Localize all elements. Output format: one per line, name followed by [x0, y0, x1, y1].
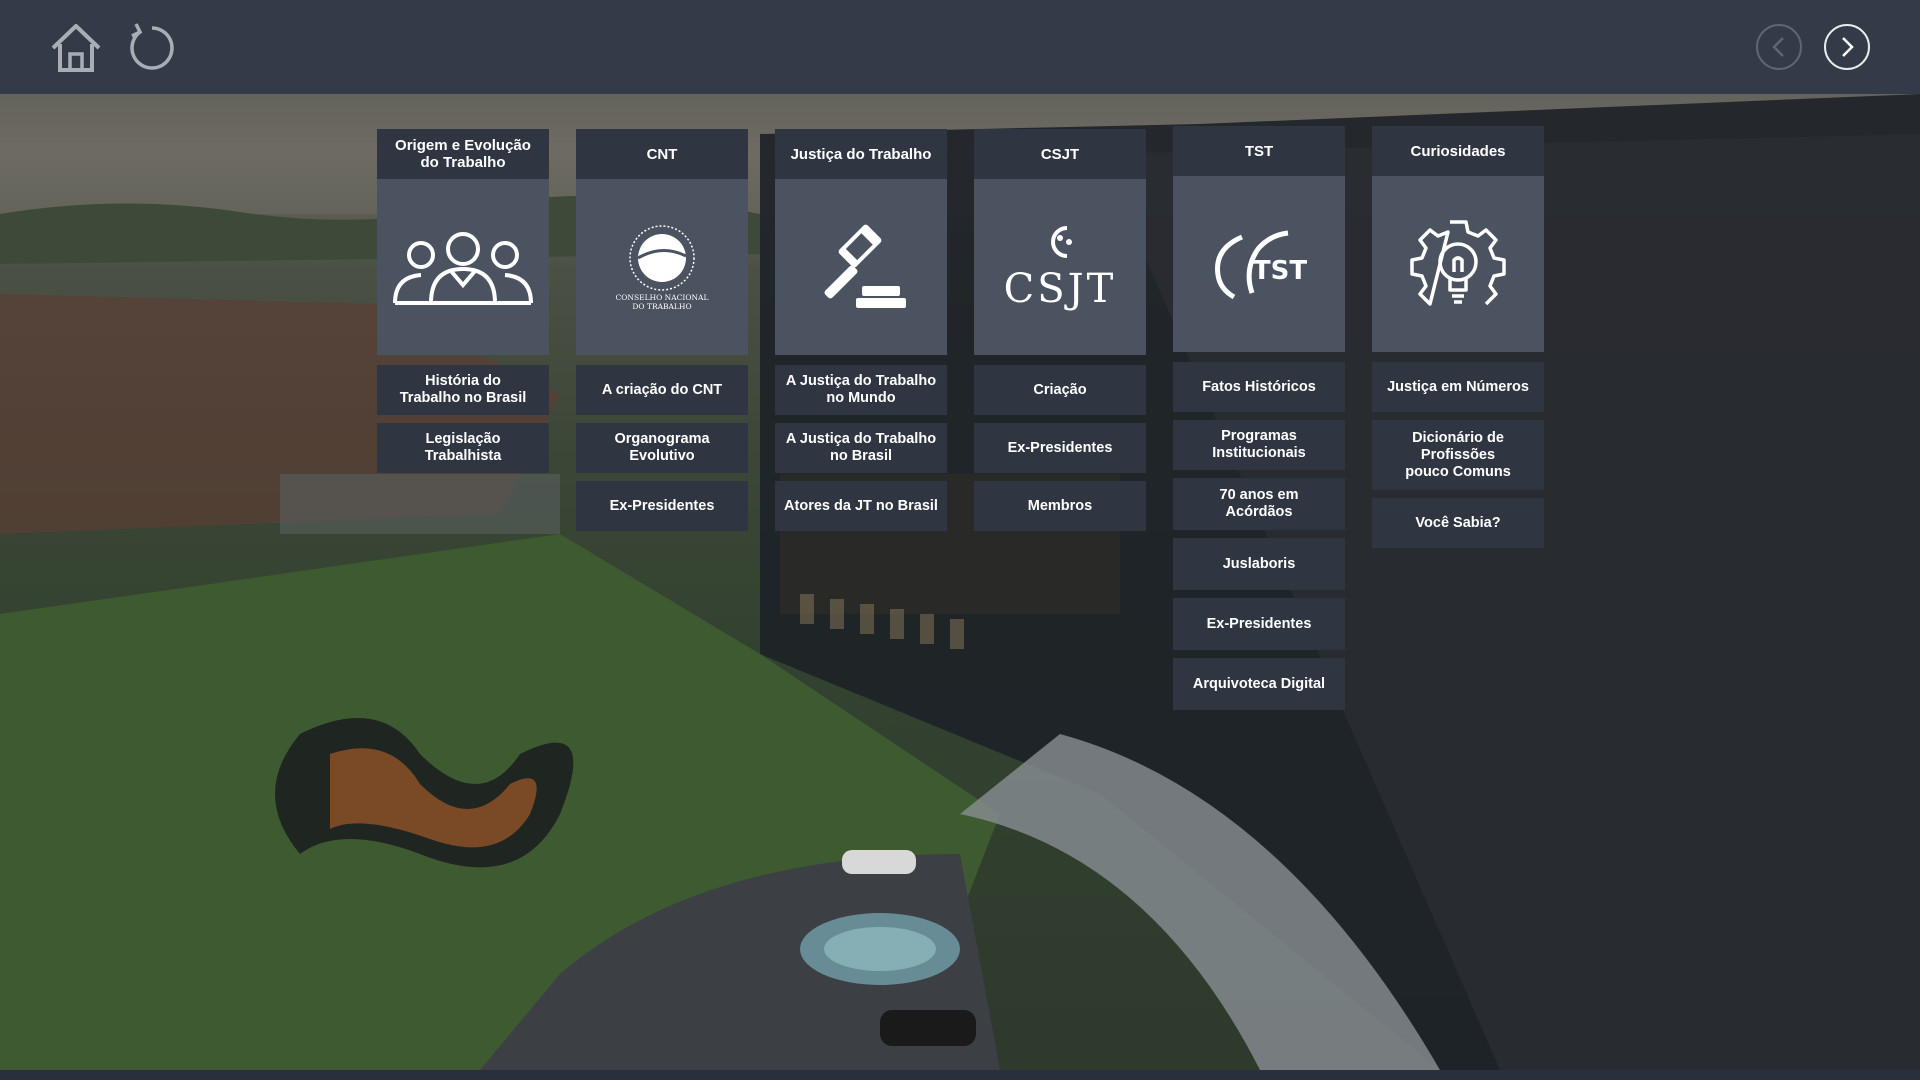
- gavel-icon: [824, 224, 906, 308]
- menu-item[interactable]: Organograma Evolutivo: [576, 423, 748, 473]
- menu-item[interactable]: Fatos Históricos: [1173, 362, 1345, 412]
- menu-item[interactable]: Atores da JT no Brasil: [775, 481, 947, 531]
- chevron-right-icon: [1842, 37, 1854, 57]
- cnt-seal-icon: CONSELHO NACIONAL DO TRABALHO: [616, 225, 709, 311]
- menu-item[interactable]: Justiça em Números: [1372, 362, 1544, 412]
- menu-item[interactable]: 70 anos em Acórdãos: [1173, 478, 1345, 530]
- column-title[interactable]: CSJT: [974, 129, 1146, 179]
- menu-item[interactable]: Criação: [974, 365, 1146, 415]
- column-title[interactable]: Origem e Evolução do Trabalho: [377, 129, 549, 179]
- chevron-left-icon: [1772, 37, 1784, 57]
- menu-item[interactable]: Programas Institucionais: [1173, 420, 1345, 470]
- home-icon[interactable]: [48, 20, 104, 76]
- column-justica: Justiça do Trabalho A Justiça do Trabalh…: [775, 129, 947, 539]
- menu-item[interactable]: A Justiça do Trabalho no Brasil: [775, 423, 947, 473]
- lightbulb-gear-icon: [1410, 220, 1506, 306]
- background-photo: [0, 94, 1920, 1070]
- menu-item[interactable]: Você Sabia?: [1372, 498, 1544, 548]
- column-origem: Origem e Evolução do Trabalho História d…: [377, 129, 549, 481]
- column-cnt: CNT CONSELHO NACIONAL DO TRABALHO A cria…: [576, 129, 748, 539]
- column-curiosidades: Curiosidades Justiça em Números Dicionár…: [1372, 126, 1544, 556]
- column-card[interactable]: [775, 179, 947, 355]
- menu-item[interactable]: Membros: [974, 481, 1146, 531]
- logo-text: TST: [1253, 256, 1307, 286]
- menu-item[interactable]: Ex-Presidentes: [974, 423, 1146, 473]
- column-card[interactable]: [377, 179, 549, 355]
- logo-text: CSJT: [1005, 266, 1115, 312]
- svg-text:DO TRABALHO: DO TRABALHO: [632, 302, 691, 311]
- column-card[interactable]: [1372, 176, 1544, 352]
- menu-item[interactable]: Legislação Trabalhista: [377, 423, 549, 473]
- previous-button[interactable]: [1756, 24, 1802, 70]
- column-csjt: CSJT CSJT Criação Ex-Presidentes Membros: [974, 129, 1146, 539]
- column-card[interactable]: CONSELHO NACIONAL DO TRABALHO: [576, 179, 748, 355]
- column-title[interactable]: CNT: [576, 129, 748, 179]
- refresh-icon[interactable]: [124, 20, 180, 76]
- tst-logo-icon: TST: [1215, 230, 1307, 300]
- column-card[interactable]: CSJT: [974, 179, 1146, 355]
- menu-item[interactable]: Ex-Presidentes: [1173, 598, 1345, 650]
- people-icon: [393, 232, 533, 305]
- menu-item[interactable]: Ex-Presidentes: [576, 481, 748, 531]
- menu-item[interactable]: Dicionário de Profissões pouco Comuns: [1372, 420, 1544, 490]
- column-title[interactable]: Justiça do Trabalho: [775, 129, 947, 179]
- menu-item[interactable]: A Justiça do Trabalho no Mundo: [775, 365, 947, 415]
- next-button[interactable]: [1824, 24, 1870, 70]
- csjt-logo-icon: CSJT: [1005, 226, 1115, 312]
- column-title[interactable]: TST: [1173, 126, 1345, 176]
- seal-text: CONSELHO NACIONAL: [616, 293, 709, 302]
- menu-item[interactable]: Juslaboris: [1173, 538, 1345, 590]
- column-title[interactable]: Curiosidades: [1372, 126, 1544, 176]
- column-tst: TST TST Fatos Históricos Programas Insti…: [1173, 126, 1345, 718]
- menu-item[interactable]: A criação do CNT: [576, 365, 748, 415]
- column-card[interactable]: TST: [1173, 176, 1345, 352]
- menu-item[interactable]: História do Trabalho no Brasil: [377, 365, 549, 415]
- bottom-strip: [0, 1070, 1920, 1080]
- background-scene: [0, 94, 1920, 1070]
- menu-item[interactable]: Arquivoteca Digital: [1173, 658, 1345, 710]
- top-bar: [0, 0, 1920, 94]
